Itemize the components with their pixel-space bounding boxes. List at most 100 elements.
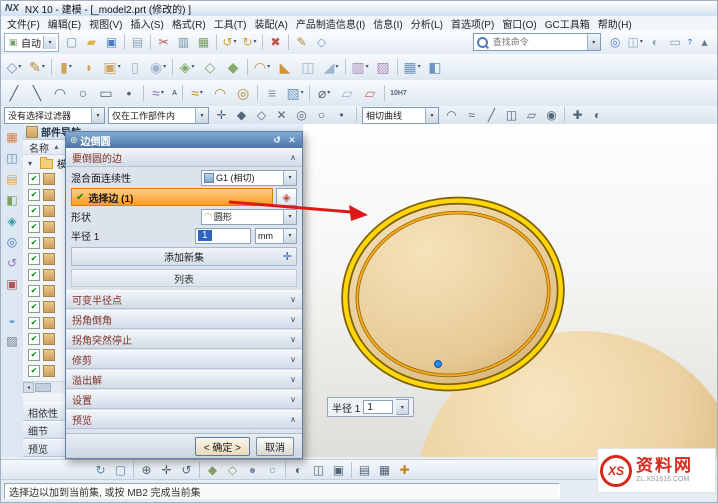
list-section[interactable]: 列表 [71,269,297,287]
roles-icon[interactable]: ◒ [3,311,21,329]
feature-checkbox[interactable]: ✔ [28,285,40,297]
feature-checkbox[interactable]: ✔ [28,301,40,313]
rectangle-icon[interactable]: ▭ [95,82,117,104]
spline-icon[interactable]: ≈ [147,82,169,104]
snap-intersection-icon[interactable]: ✕ [272,106,291,125]
selection-scope-dropdown[interactable]: 仅在工作部件内 ▾ [108,107,209,124]
highlight-icon[interactable]: ◐ [588,106,607,125]
snap-center-icon[interactable]: ◎ [292,106,311,125]
tube-icon[interactable]: ◎ [232,82,254,104]
system-materials-icon[interactable]: ▨ [3,332,21,350]
menu-item[interactable]: 格式(R) [168,16,210,31]
scroll-left-icon[interactable]: ◂ [23,382,34,393]
revolve-icon[interactable]: ◗ [78,56,100,78]
mirror-feature-icon[interactable]: ◧ [424,56,446,78]
block-icon[interactable]: ▣ [101,56,123,78]
menu-item[interactable]: 编辑(E) [44,16,85,31]
feature-checkbox[interactable]: ✔ [28,333,40,345]
chevron-down-icon[interactable]: ▾ [283,229,296,243]
feature-checkbox[interactable]: ✔ [28,253,40,265]
history-icon[interactable]: ↺ [3,254,21,272]
dialog-title-bar[interactable]: ⊙ 边倒圆 ↺ ✕ [66,132,302,148]
help-icon[interactable]: ? [686,33,694,52]
fit-view-icon[interactable]: ▢ [111,461,130,480]
chamfer-icon[interactable]: ◣ [274,56,296,78]
paste-icon[interactable]: ▦ [194,33,213,52]
ok-button[interactable]: < 确定 > [195,437,250,456]
edge-blend-icon[interactable]: ◠ [251,56,273,78]
shell-icon[interactable]: ◫ [297,56,319,78]
zoom-icon[interactable]: ⊕ [137,461,156,480]
save-icon[interactable]: ▣ [102,33,121,52]
fit-tolerance-icon[interactable]: 10H7 [388,82,409,104]
section-preview[interactable]: 预览 ∧ [66,410,302,429]
dialog-section[interactable]: 可变半径点∨ [66,290,302,309]
menu-item[interactable]: GC工具箱 [541,16,594,31]
work-csys-icon[interactable]: ✚ [395,461,414,480]
show-hide-icon[interactable]: ◐ [289,461,308,480]
connected-curves-icon[interactable]: ≈ [462,106,481,125]
window-icon[interactable]: ◫ [626,33,645,52]
single-curve-icon[interactable]: ╱ [482,106,501,125]
datum-plane-icon[interactable]: ◇ [3,56,25,78]
split-body-icon[interactable]: ▨ [372,56,394,78]
shape-dropdown[interactable]: ◠ 圆形 ▾ [201,209,297,225]
move-face-icon[interactable]: ▱ [336,82,358,104]
sheet-edges-icon[interactable]: ▱ [522,106,541,125]
constraint-navigator-icon[interactable]: ◫ [3,149,21,167]
redo-icon[interactable]: ↻ [240,33,259,52]
delete-face-icon[interactable]: ▱ [359,82,381,104]
assembly-navigator-icon[interactable]: ▦ [3,128,21,146]
wireframe-view-icon[interactable]: ○ [263,461,282,480]
menu-item[interactable]: 首选项(P) [447,16,498,31]
menu-item[interactable]: 视图(V) [85,16,126,31]
menu-item[interactable]: 窗口(O) [498,16,540,31]
pattern-feature-icon[interactable]: ▦ [401,56,423,78]
new-file-icon[interactable]: ▢ [62,33,81,52]
cut-icon[interactable]: ✂ [154,33,173,52]
feature-checkbox[interactable]: ✔ [28,365,40,377]
subtract-icon[interactable]: ◇ [199,56,221,78]
unite-icon[interactable]: ◈ [176,56,198,78]
chevron-down-icon[interactable]: ▾ [283,210,296,224]
section-edges-to-blend[interactable]: 要倒圆的边 ∧ [66,148,302,167]
measure-distance-icon[interactable]: ⌀ [313,82,335,104]
touch-mode-icon[interactable]: ▭ [666,33,685,52]
through-curves-icon[interactable]: ≈ [186,82,208,104]
menu-item[interactable]: 插入(S) [126,16,167,31]
part-navigator-icon[interactable]: ▤ [3,170,21,188]
snap-quadrant-icon[interactable]: ○ [312,106,331,125]
process-studio-icon[interactable]: ▣ [3,275,21,293]
feature-checkbox[interactable]: ✔ [28,189,40,201]
chevron-down-icon[interactable]: ▾ [91,108,104,123]
snap-endpoint-icon[interactable]: ◆ [232,106,251,125]
profile-icon[interactable]: ╱ [3,82,25,104]
sketch-task-icon[interactable]: ✎ [26,56,48,78]
datum-plane-icon[interactable]: ◇ [312,33,331,52]
onscreen-radius-input[interactable]: 半径 1 1 ▾ [327,397,414,417]
scroll-thumb[interactable] [35,383,51,392]
feature-checkbox[interactable]: ✔ [28,221,40,233]
menu-item[interactable]: 工具(T) [210,16,251,31]
hd3d-tools-icon[interactable]: ◈ [3,212,21,230]
shaded-view-icon[interactable]: ● [243,461,262,480]
chevron-down-icon[interactable]: ▾ [587,34,600,50]
cancel-button[interactable]: 取消 [256,437,294,456]
dialog-section[interactable]: 拐角倒角∨ [66,310,302,329]
delete-icon[interactable]: ✖ [266,33,285,52]
search-input[interactable] [491,36,587,48]
select-edge-active[interactable]: ✔ 选择边 (1) [71,188,273,206]
follow-fillet-icon[interactable]: ◉ [542,106,561,125]
line-icon[interactable]: ╲ [26,82,48,104]
selection-filter-dropdown[interactable]: 没有选择过滤器 ▾ [4,107,105,124]
continuity-dropdown[interactable]: G1 (相切) ▾ [201,170,297,186]
command-finder-icon[interactable]: ◎ [606,33,625,52]
feature-checkbox[interactable]: ✔ [28,237,40,249]
chevron-down-icon[interactable]: ▾ [283,171,296,185]
menu-item[interactable]: 文件(F) [3,16,44,31]
refresh-view-icon[interactable]: ↻ [91,461,110,480]
dialog-section[interactable]: 设置∨ [66,390,302,409]
hole-icon[interactable]: ◉ [147,56,169,78]
curve-rule-dropdown[interactable]: 相切曲线 ▾ [362,107,439,124]
radius-input[interactable]: 1 [195,228,251,244]
